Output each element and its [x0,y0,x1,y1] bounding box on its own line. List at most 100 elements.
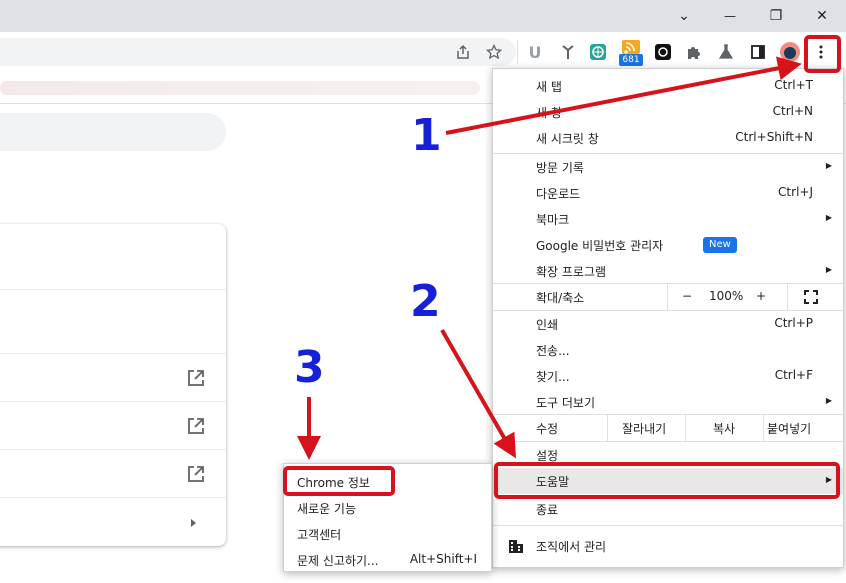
step-number-1: 1 [411,110,442,161]
puzzle-icon[interactable] [684,42,704,62]
highlight-box-help [494,462,840,499]
close-window-button[interactable]: ✕ [799,0,845,32]
menu-item-exit[interactable]: 종료 [493,496,843,522]
card-row[interactable] [0,450,226,498]
fullscreen-icon[interactable] [804,290,818,304]
u-extension-icon[interactable]: U [525,42,545,62]
antenna-extension-icon[interactable] [558,42,578,62]
chevron-right-icon [191,519,196,527]
menu-row-edit: 수정 잘라내기 복사 붙여넣기 [493,415,843,441]
settings-search-box[interactable] [0,113,226,151]
menu-item-more-tools[interactable]: 도구 더보기 ▶ [493,389,843,415]
submenu-item-report-issue[interactable]: 문제 신고하기... Alt+Shift+I [284,547,491,573]
menu-item-shortcut: Ctrl+T [774,78,813,92]
card-row[interactable] [0,498,226,546]
chevron-down-icon: ⌄ [678,8,690,24]
rss-extension-icon[interactable]: 681 [619,40,643,66]
blurred-bookmarks [0,81,480,95]
building-icon [509,540,523,553]
restore-icon: ❐ [769,8,783,24]
menu-item-label: 종료 [536,503,559,517]
zoom-level: 100% [709,289,744,303]
menu-item-new-tab[interactable]: 새 탭 Ctrl+T [493,73,843,99]
submenu-arrow-icon: ▶ [825,396,832,405]
menu-item-cast[interactable]: 전송... [493,337,843,363]
zoom-in-button[interactable]: + [756,289,766,303]
submenu-item-label: 새로운 기능 [297,502,357,516]
external-link-icon [188,370,204,386]
zoom-controls: − 100% + [667,284,843,310]
menu-separator [493,525,843,526]
menu-item-bookmarks[interactable]: 북마크 ▶ [493,206,843,232]
external-link-icon [188,466,204,482]
menu-item-label: 새 시크릿 창 [536,132,599,146]
tab-search-button[interactable]: ⌄ [661,0,707,32]
cut-button[interactable]: 잘라내기 [607,415,685,441]
submenu-item-label: 고객센터 [297,528,342,542]
card-row[interactable] [0,402,226,450]
edit-label: 수정 [536,422,559,436]
submenu-item-help-center[interactable]: 고객센터 [284,521,491,547]
menu-item-label: 도구 더보기 [536,396,596,410]
settings-card [0,224,226,546]
menu-item-managed-by-org[interactable]: 조직에서 관리 [493,533,843,559]
submenu-arrow-icon: ▶ [825,161,832,170]
zoom-out-button[interactable]: − [682,289,692,303]
copy-button[interactable]: 복사 [685,415,763,441]
extension-count-badge: 681 [619,54,643,66]
submenu-arrow-icon: ▶ [825,265,832,274]
side-panel-icon[interactable] [748,42,768,62]
card-row[interactable] [0,224,226,290]
menu-item-password-manager[interactable]: Google 비밀번호 관리자 New [493,232,843,258]
menu-item-shortcut: Ctrl+P [774,316,813,330]
zoom-divider [787,284,788,310]
submenu-arrow-icon: ▶ [825,213,832,222]
globe-extension-icon[interactable] [588,42,608,62]
zoom-label: 확대/축소 [536,291,585,305]
menu-item-shortcut: Ctrl+Shift+N [735,130,813,144]
menu-item-label: 다운로드 [536,187,581,201]
menu-item-find[interactable]: 찾기... Ctrl+F [493,363,843,389]
highlight-box-menu-button [804,35,841,73]
restore-button[interactable]: ❐ [753,0,799,32]
bookmark-star-icon[interactable] [484,42,504,62]
submenu-item-whats-new[interactable]: 새로운 기능 [284,495,491,521]
menu-item-label: Google 비밀번호 관리자 [536,239,664,253]
new-badge: New [703,237,737,253]
menu-item-label: 방문 기록 [536,161,584,175]
copy-label: 복사 [713,422,736,436]
menu-item-new-window[interactable]: 새 창 Ctrl+N [493,99,843,125]
browser-toolbar: U 681 [0,32,846,72]
menu-item-label: 북마크 [536,213,570,227]
external-link-icon [188,418,204,434]
close-icon: ✕ [816,8,828,24]
flask-icon[interactable] [716,42,736,62]
menu-item-label: 찾기... [536,370,570,384]
openai-extension-icon[interactable] [653,42,673,62]
address-bar[interactable] [0,38,516,66]
share-icon[interactable] [453,42,473,62]
menu-item-print[interactable]: 인쇄 Ctrl+P [493,311,843,337]
card-row[interactable] [0,354,226,402]
menu-item-downloads[interactable]: 다운로드 Ctrl+J [493,180,843,206]
menu-item-history[interactable]: 방문 기록 ▶ [493,154,843,180]
menu-item-label: 새 창 [536,106,562,120]
menu-item-new-incognito[interactable]: 새 시크릿 창 Ctrl+Shift+N [493,125,843,151]
menu-item-label: 조직에서 관리 [536,540,607,554]
paste-button[interactable]: 붙여넣기 [763,415,843,441]
step-number-2: 2 [410,276,441,327]
menu-item-shortcut: Ctrl+N [772,104,813,118]
menu-item-extensions[interactable]: 확장 프로그램 ▶ [493,258,843,284]
minimize-button[interactable]: — [707,0,753,32]
submenu-item-label: 문제 신고하기... [297,554,379,568]
card-row[interactable] [0,290,226,354]
menu-item-label: 새 탭 [536,80,562,94]
menu-item-label: 전송... [536,344,570,358]
toolbar-divider [517,40,518,64]
step-number-3: 3 [294,342,325,393]
menu-item-label: 확장 프로그램 [536,265,607,279]
title-bar: ⌄ — ❐ ✕ [0,0,846,32]
menu-item-shortcut: Ctrl+J [778,185,813,199]
submenu-item-shortcut: Alt+Shift+I [409,552,477,566]
profile-avatar[interactable] [780,42,800,62]
